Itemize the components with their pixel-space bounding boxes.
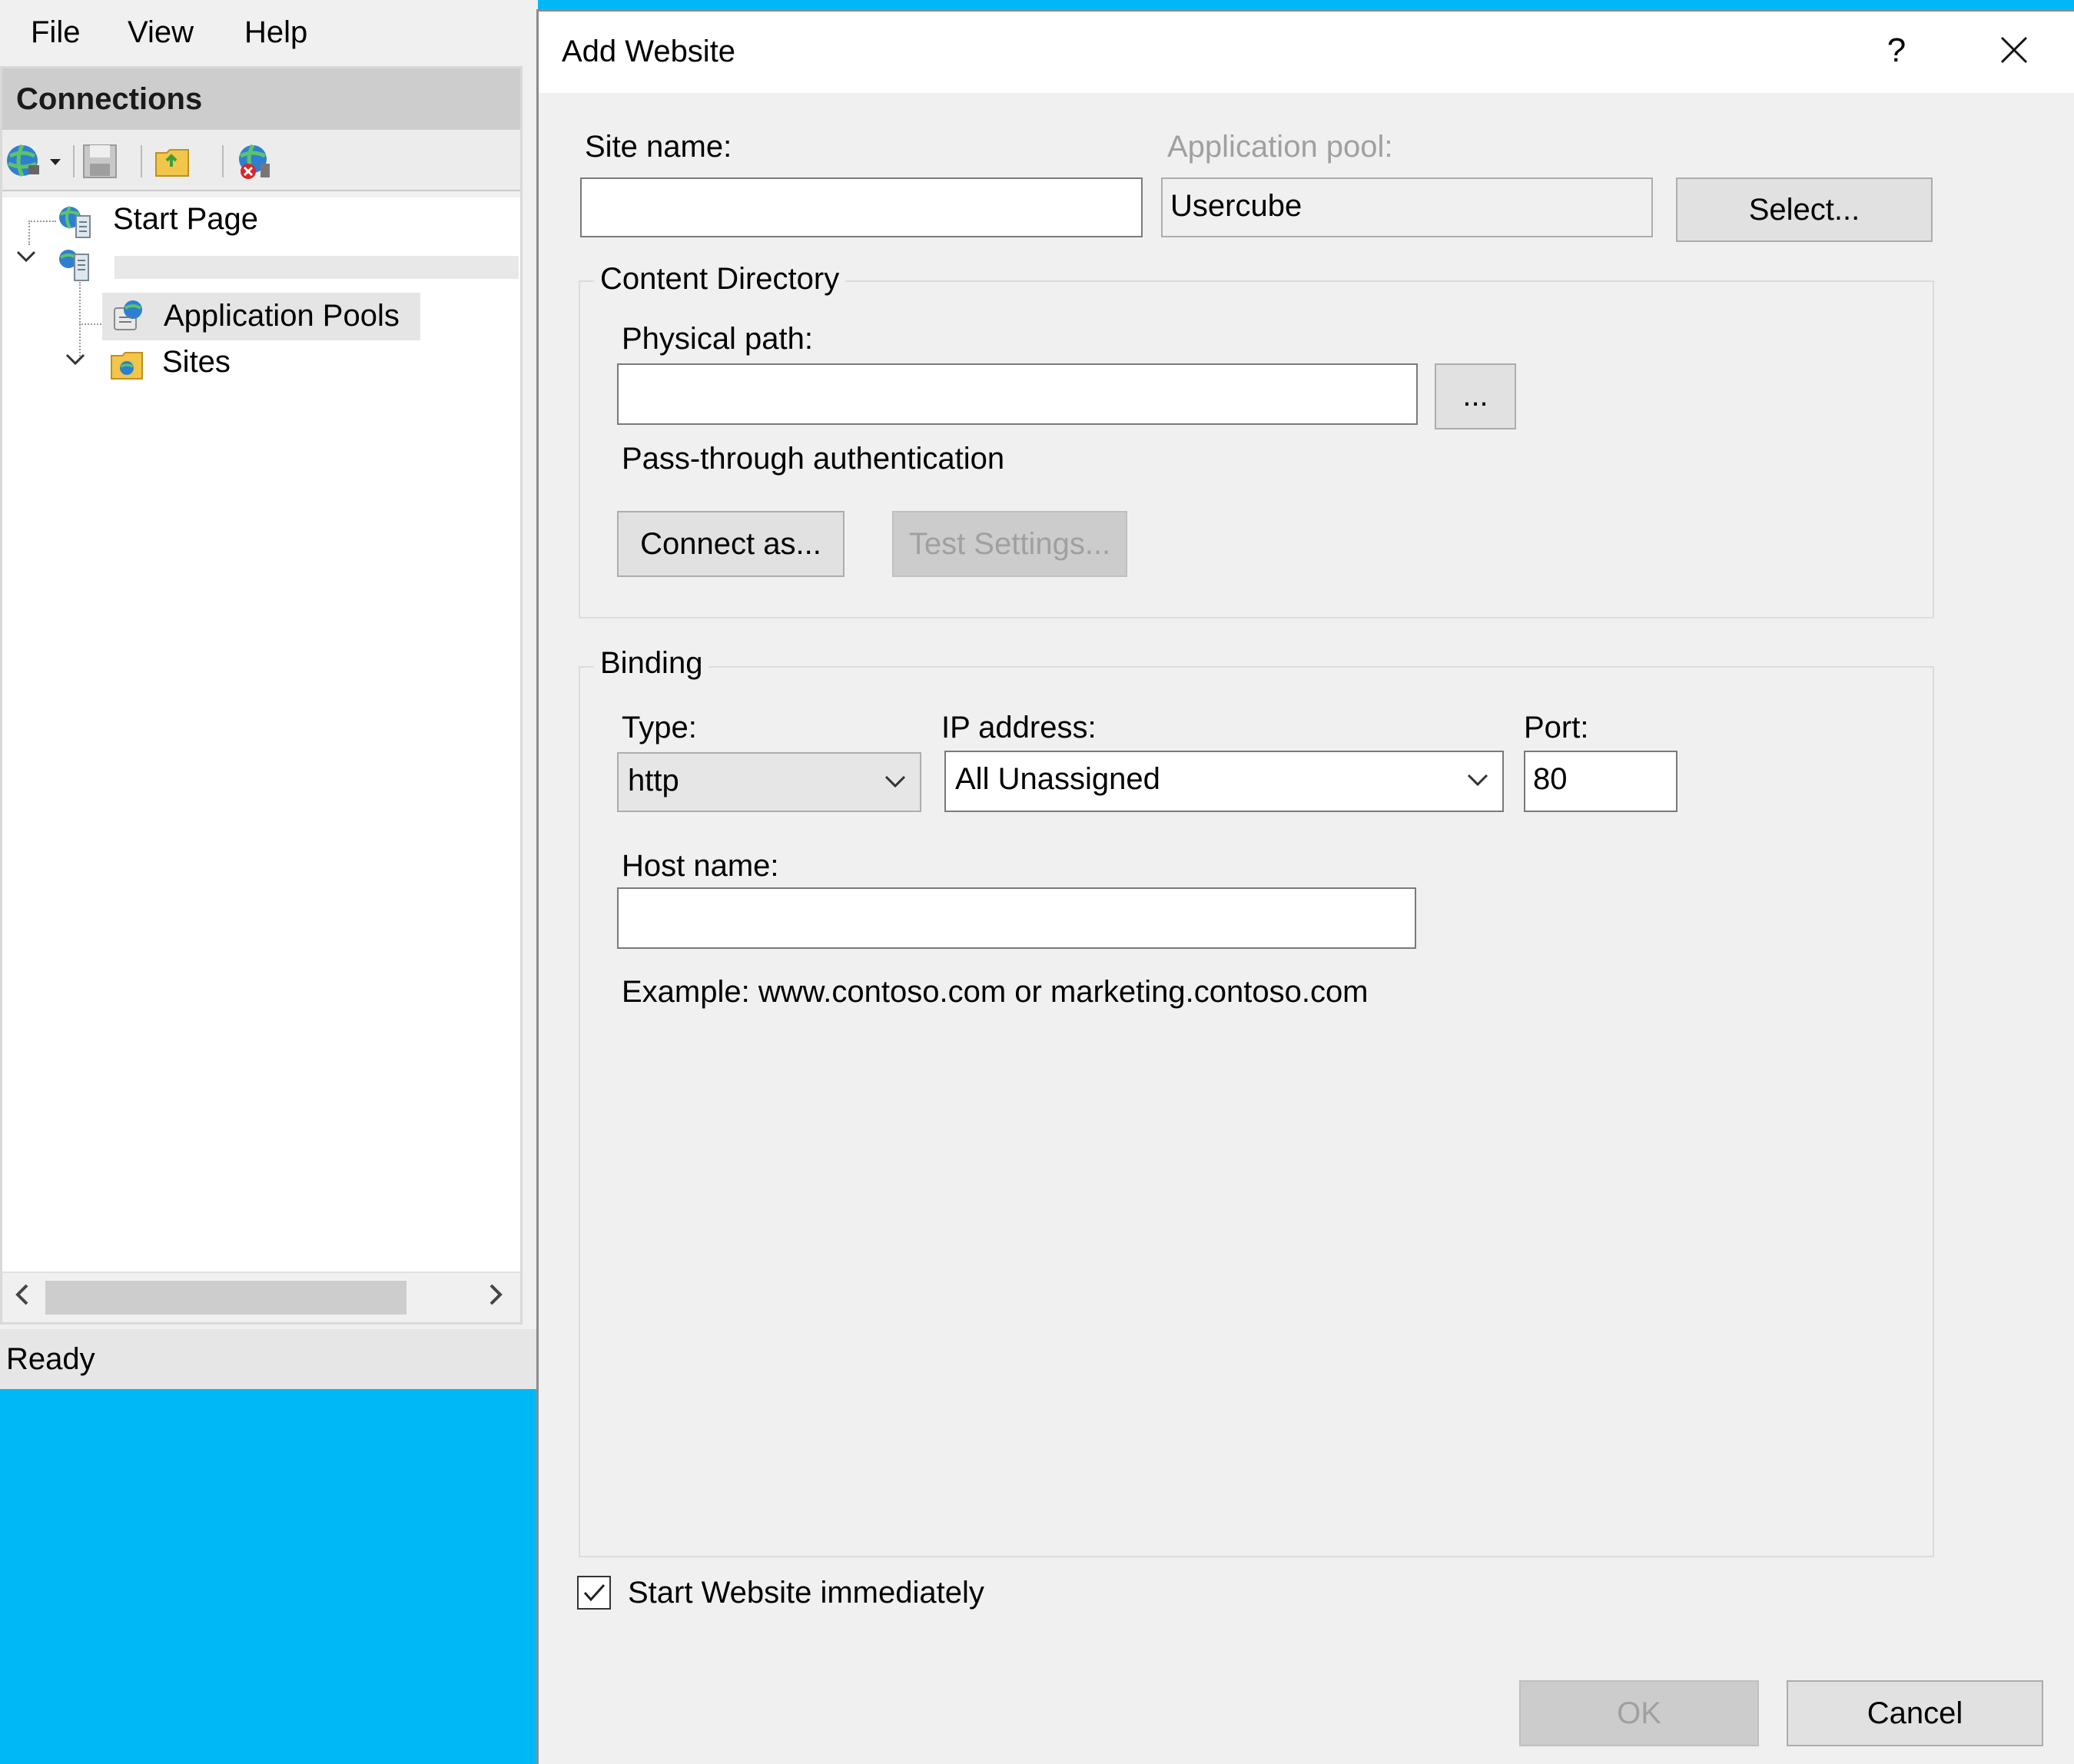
start-website-checkbox[interactable] [577,1576,611,1610]
tree-item-server-redacted[interactable] [114,256,519,279]
menu-help[interactable]: Help [244,11,307,54]
ip-address-value: All Unassigned [955,762,1160,796]
start-page-icon [59,206,91,238]
sites-folder-icon [111,352,143,380]
start-website-label[interactable]: Start Website immediately [628,1573,984,1613]
host-name-example: Example: www.contoso.com or marketing.co… [622,975,1369,1009]
tree-item-label: Application Pools [164,299,400,333]
menu-bar: File View Help [0,0,538,65]
test-settings-button: Test Settings... [892,511,1127,577]
dialog-title: Add Website [562,35,736,68]
disconnect-icon[interactable] [233,142,279,181]
server-icon [59,250,89,281]
close-button[interactable] [1983,24,2045,78]
host-name-label: Host name: [622,849,779,883]
chevron-down-icon[interactable] [64,348,87,377]
help-button[interactable]: ? [1870,24,1923,78]
add-website-dialog: Add Website ? Site name: Application poo… [536,9,2074,1764]
cancel-button[interactable]: Cancel [1787,1680,2043,1746]
connections-header: Connections [2,68,520,130]
tree-item-start-page[interactable]: Start Page [113,197,258,240]
port-label: Port: [1524,711,1589,744]
application-pool-field: Usercube [1161,177,1653,237]
browse-button[interactable]: ... [1435,363,1516,429]
save-icon[interactable] [81,142,119,181]
horizontal-scrollbar[interactable] [2,1272,520,1321]
tree-item-application-pools[interactable]: Application Pools [102,293,420,340]
site-name-input[interactable] [580,177,1143,237]
content-directory-title: Content Directory [594,259,846,299]
menu-view[interactable]: View [128,11,194,54]
tree-guide-line [28,220,56,222]
open-folder-icon[interactable] [153,142,191,181]
connect-as-button[interactable]: Connect as... [617,511,845,577]
chevron-down-icon [884,775,906,788]
dialog-titlebar: Add Website ? [539,12,2074,93]
application-pool-label: Application pool: [1167,130,1393,164]
checkmark-icon [583,1583,606,1602]
status-bar: Ready [0,1329,538,1389]
port-input[interactable]: 80 [1524,751,1677,812]
iis-manager-window: File View Help Connections Start Page Ap… [0,0,538,1389]
physical-path-input[interactable] [617,363,1418,425]
scrollbar-thumb[interactable] [45,1281,407,1315]
scroll-right-icon[interactable] [483,1278,506,1318]
chevron-down-icon[interactable] [15,245,38,274]
type-value: http [628,764,679,797]
tree-item-sites[interactable]: Sites [162,340,231,383]
host-name-input[interactable] [617,887,1416,949]
select-app-pool-button[interactable]: Select... [1676,177,1933,242]
toolbar-separator [73,145,75,177]
ok-button: OK [1519,1680,1759,1746]
menu-file[interactable]: File [31,11,80,54]
chevron-down-icon [1467,774,1488,787]
application-pools-icon [114,300,142,330]
toolbar-separator [222,145,224,177]
connections-tree: Start Page Application Pools Sites [2,197,520,1273]
type-select[interactable]: http [617,752,921,812]
scroll-left-icon[interactable] [12,1278,35,1318]
binding-title: Binding [594,643,709,683]
pass-through-auth-label: Pass-through authentication [622,442,1005,476]
ip-address-select[interactable]: All Unassigned [944,751,1504,812]
tree-guide-line [28,220,30,245]
connect-globe-icon[interactable] [5,142,67,181]
ip-address-label: IP address: [941,711,1097,744]
site-name-label: Site name: [585,130,732,164]
close-icon [2000,36,2028,64]
toolbar-separator [141,145,142,177]
tree-guide-line [79,282,81,359]
type-label: Type: [622,711,697,744]
physical-path-label: Physical path: [622,322,814,356]
connections-panel: Connections Start Page Application Pools… [0,66,523,1325]
